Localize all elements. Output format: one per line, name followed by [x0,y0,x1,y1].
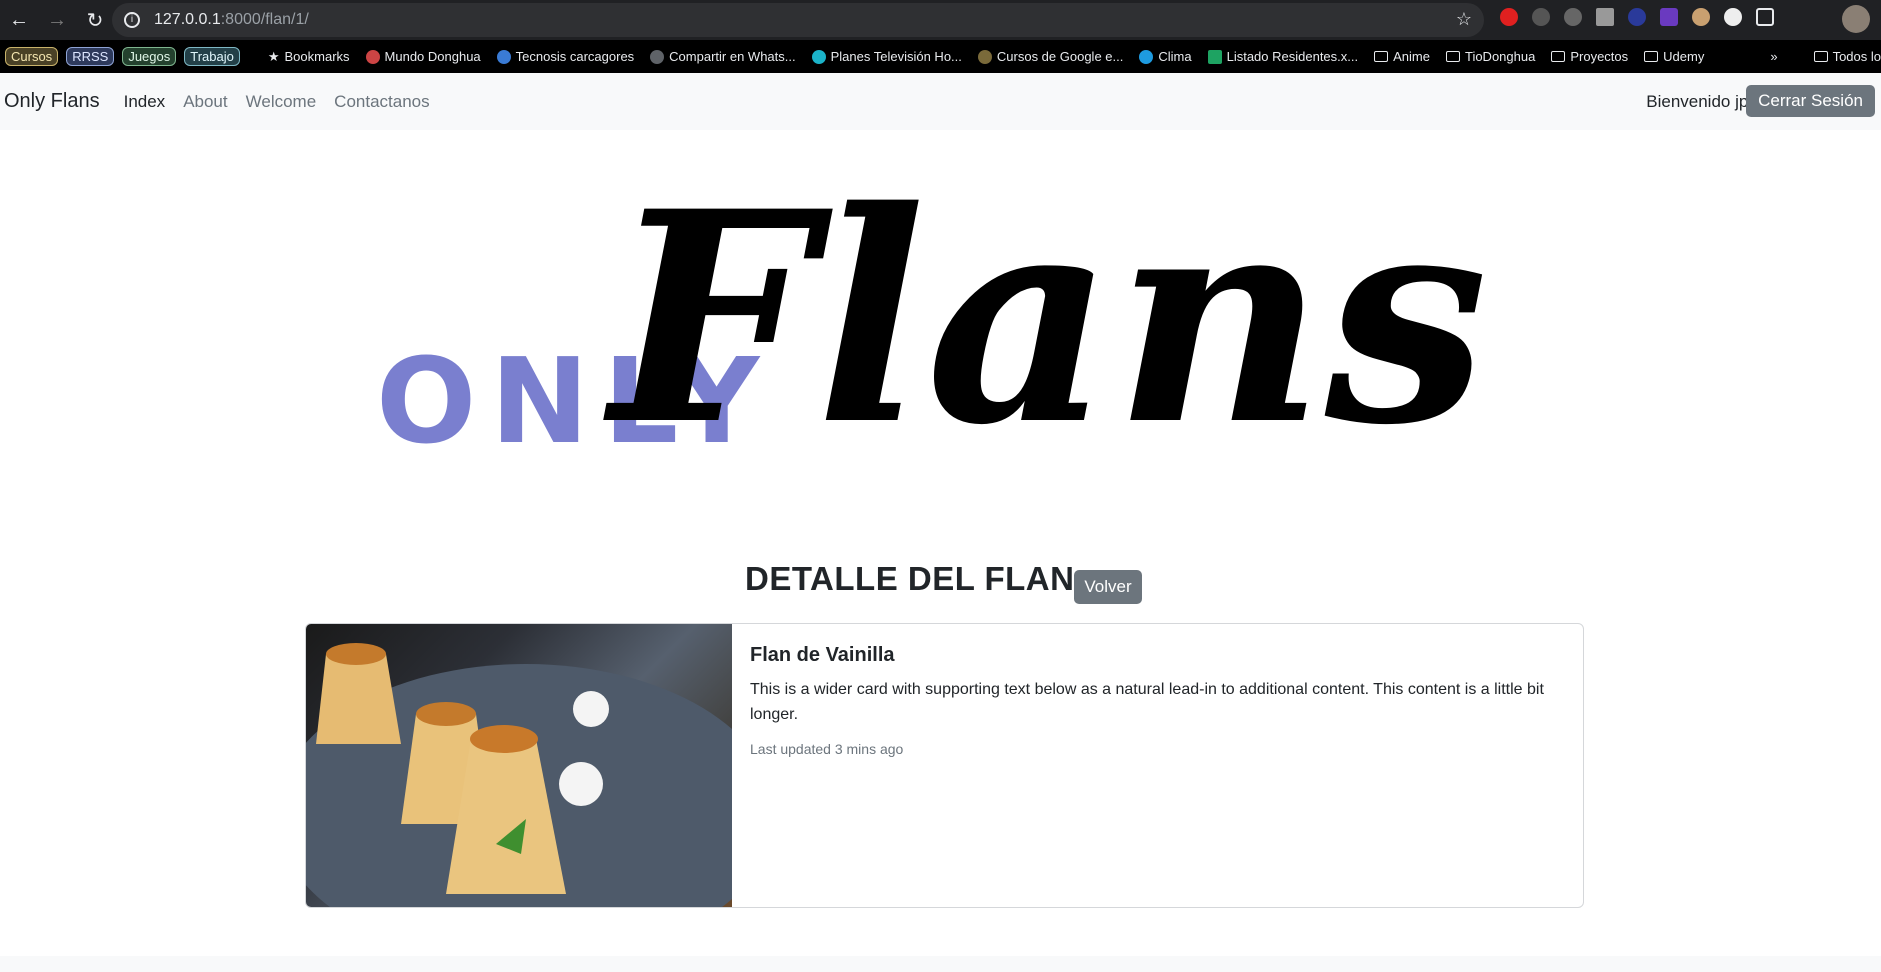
bookmark-label: Compartir en Whats... [669,49,796,64]
extensions [1500,8,1774,26]
page-title: DETALLE DEL FLAN [745,560,1075,597]
bookmark-tag-cursos[interactable]: Cursos [5,47,59,66]
site-navbar: Only Flans Index About Welcome Contactan… [0,73,1881,130]
card-body: Flan de Vainilla This is a wider card wi… [732,624,1583,907]
bookmark-tag-trabajo[interactable]: Trabajo [184,47,240,66]
extension-icon[interactable] [1596,8,1614,26]
bookmark-label: Anime [1393,49,1430,64]
folder-icon [1374,51,1389,62]
bookmark-item[interactable]: Cursos de Google e... [977,49,1124,64]
folder-icon [1644,51,1659,62]
last-updated: Last updated 3 mins ago [750,741,904,757]
bookmark-item[interactable]: Planes Televisión Ho... [811,49,962,64]
bookmark-label: Bookmarks [284,49,350,64]
extension-icon[interactable] [1628,8,1646,26]
reload-icon[interactable]: ↻ [76,8,114,33]
globe-icon [650,49,665,64]
site-icon [496,49,511,64]
puzzle-icon[interactable] [1756,8,1774,26]
bookmark-item[interactable]: Clima [1139,49,1192,64]
logout-button[interactable]: Cerrar Sesión [1746,85,1875,117]
info-icon[interactable]: i [124,12,140,28]
browser-toolbar: ← → ↻ i 127.0.0.1:8000/flan/1/ ☆ [0,0,1881,40]
bookmark-folder[interactable]: Udemy [1644,49,1704,64]
bookmark-label: Listado Residentes.x... [1226,49,1359,64]
more-bookmarks-button[interactable]: » [1770,49,1777,64]
flan-image [306,624,776,907]
folder-icon [1813,51,1828,62]
bookmark-label: Cursos de Google e... [996,49,1124,64]
only-flans-logo: ONLY Flans [376,170,1488,489]
extension-icon[interactable] [1692,8,1710,26]
bookmark-item[interactable]: ★ Bookmarks [268,49,350,65]
url-path: :8000/flan/1/ [220,11,309,28]
bookmark-label: Proyectos [1570,49,1629,64]
nav-link-index[interactable]: Index [124,92,166,112]
bookmark-item[interactable]: Tecnosis carcagores [496,49,635,64]
bookmark-folder[interactable]: Proyectos [1551,49,1628,64]
forward-icon[interactable]: → [38,9,76,32]
bookmark-label: Mundo Donghua [384,49,481,64]
url-host: 127.0.0.1 [154,11,221,28]
back-button[interactable]: Volver [1074,570,1142,604]
back-icon[interactable]: ← [0,9,38,32]
bookmark-label: Clima [1158,49,1192,64]
bookmark-item[interactable]: Mundo Donghua [365,49,481,64]
bookmark-tag-rrss[interactable]: RRSS [66,47,115,66]
nav-link-about[interactable]: About [183,92,227,112]
folder-icon [1551,51,1566,62]
bookmark-item[interactable]: Compartir en Whats... [650,49,796,64]
bookmark-folder[interactable]: TioDonghua [1445,49,1536,64]
flan-card: Flan de Vainilla This is a wider card wi… [305,623,1584,908]
sheets-icon [1207,49,1222,64]
nav-link-welcome[interactable]: Welcome [246,92,317,112]
weather-icon [1139,49,1154,64]
address-bar[interactable]: i 127.0.0.1:8000/flan/1/ ☆ [112,3,1484,37]
bookmark-label: Tecnosis carcagores [515,49,635,64]
bookmark-item[interactable]: Listado Residentes.x... [1207,49,1359,64]
bookmark-label: Udemy [1663,49,1705,64]
bookmark-label: Planes Televisión Ho... [830,49,962,64]
bookmark-label: TioDonghua [1464,49,1536,64]
all-bookmarks-folder[interactable]: Todos los marcado [1813,49,1881,64]
nav-link-contactanos[interactable]: Contactanos [334,92,429,112]
extension-icon[interactable] [1500,8,1518,26]
extension-icon[interactable] [1564,8,1582,26]
extension-icon[interactable] [1660,8,1678,26]
play-icon [811,49,826,64]
bookmark-folder[interactable]: Anime [1374,49,1430,64]
flan-description: This is a wider card with supporting tex… [750,681,1544,723]
logo-flans-text: Flans [601,170,1488,489]
site-icon [977,49,992,64]
bookmark-label: Todos los marcado [1832,49,1881,64]
site-icon [365,49,380,64]
star-icon: ★ [267,48,280,64]
folder-icon [1445,51,1460,62]
bookmarks-bar: Cursos RRSS Juegos Trabajo ★ Bookmarks Mu… [0,40,1881,73]
extension-icon[interactable] [1724,8,1742,26]
flan-title: Flan de Vainilla [750,644,895,666]
footer [0,956,1881,972]
flan-photo-illustration [306,643,776,907]
navbar-brand[interactable]: Only Flans [4,90,100,113]
profile-avatar[interactable] [1842,5,1870,33]
extension-icon[interactable] [1532,8,1550,26]
bookmark-tag-juegos[interactable]: Juegos [122,47,177,66]
bookmark-star-icon[interactable]: ☆ [1456,9,1472,30]
